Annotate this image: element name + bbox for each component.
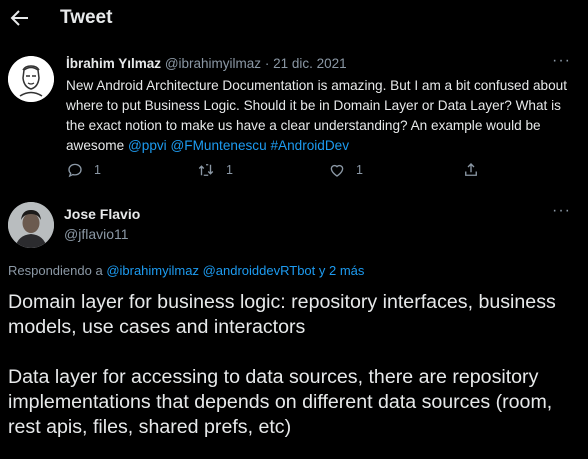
hashtag-androiddev[interactable]: #AndroidDev bbox=[270, 138, 349, 153]
reply-count: 1 bbox=[94, 163, 101, 177]
original-tweet[interactable]: İbrahim Yılmaz @ibrahimyilmaz · 21 dic. … bbox=[0, 38, 588, 188]
mention-ppvi[interactable]: @ppvi bbox=[128, 138, 167, 153]
share-button[interactable] bbox=[462, 161, 490, 179]
avatar-photo-image bbox=[8, 202, 54, 248]
author-name[interactable]: Jose Flavio bbox=[64, 206, 140, 222]
replying-prefix: Respondiendo a bbox=[8, 263, 107, 278]
top-bar: Tweet bbox=[0, 0, 588, 38]
page-title: Tweet bbox=[60, 7, 113, 28]
reply-text: Domain layer for business logic: reposit… bbox=[8, 290, 584, 440]
heart-icon bbox=[330, 164, 344, 177]
avatar-sketch-image bbox=[8, 56, 54, 102]
avatar[interactable] bbox=[8, 56, 54, 102]
arrow-left-icon bbox=[10, 10, 28, 26]
reply-paragraph: Domain layer for business logic: reposit… bbox=[8, 291, 556, 338]
author-handle[interactable]: @jflavio11 bbox=[64, 226, 129, 242]
tweet-actions: 1 1 1 bbox=[66, 161, 576, 181]
comment-icon bbox=[68, 163, 82, 178]
replying-to: Respondiendo a @ibrahimyilmaz @androidde… bbox=[8, 263, 364, 278]
author-handle[interactable]: @ibrahimyilmaz bbox=[165, 56, 261, 71]
retweet-button[interactable]: 1 bbox=[196, 161, 233, 179]
avatar[interactable] bbox=[8, 202, 54, 248]
like-count: 1 bbox=[356, 163, 363, 177]
reply-tweet[interactable]: Jose Flavio @jflavio11 ··· Respondiendo … bbox=[0, 188, 588, 459]
tweet-header: İbrahim Yılmaz @ibrahimyilmaz · 21 dic. … bbox=[66, 56, 347, 71]
retweet-icon bbox=[198, 164, 214, 176]
mention-fmuntenescu[interactable]: @FMuntenescu bbox=[171, 138, 267, 153]
more-options-icon[interactable]: ··· bbox=[552, 52, 571, 70]
more-options-icon[interactable]: ··· bbox=[552, 202, 571, 220]
replying-to-mentions[interactable]: @ibrahimyilmaz @androiddevRTbot y 2 más bbox=[106, 263, 364, 278]
retweet-count: 1 bbox=[226, 163, 233, 177]
reply-button[interactable]: 1 bbox=[66, 161, 101, 179]
reply-paragraph: Data layer for accessing to data sources… bbox=[8, 366, 553, 438]
share-icon bbox=[465, 163, 477, 176]
tweet-text: New Android Architecture Documentation i… bbox=[66, 76, 576, 156]
back-button[interactable] bbox=[8, 6, 32, 30]
meta-separator: · bbox=[264, 56, 270, 71]
like-button[interactable]: 1 bbox=[328, 161, 363, 179]
author-name[interactable]: İbrahim Yılmaz bbox=[66, 56, 161, 71]
tweet-date[interactable]: 21 dic. 2021 bbox=[273, 56, 347, 71]
